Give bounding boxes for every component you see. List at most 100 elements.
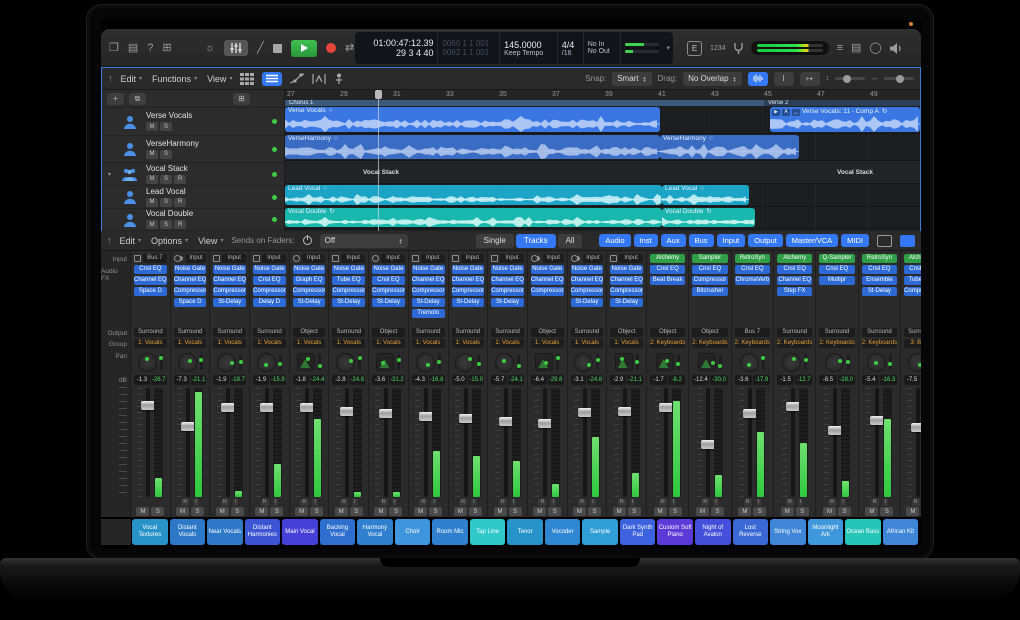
fader-db-value[interactable]: -1.5 [777,375,794,385]
disclosure-icon[interactable]: ▾ [108,171,114,178]
group-slot[interactable]: 1: Vocals [332,339,365,348]
track-name[interactable]: VerseHarmony [146,140,199,148]
group-slot[interactable]: 1: Vocals [213,339,246,348]
fader-db-value[interactable]: -1.9 [253,375,269,385]
solo-button[interactable]: S [350,507,363,516]
audio-region[interactable]: Lead Vocal○ [285,185,662,205]
output-slot[interactable]: Object [372,328,405,337]
input-monitor-button[interactable]: I [352,499,358,506]
object-panner[interactable] [297,353,315,371]
audio-fx-slot[interactable]: Cnsl EQ [372,276,405,285]
output-slot[interactable]: Object [650,328,685,337]
input-slot[interactable]: Input [543,254,564,263]
audio-fx-slot[interactable]: Tube EQ [904,276,921,285]
track-name-chip[interactable]: Distant Vocals [170,519,206,545]
audio-fx-slot[interactable]: Noise Gate [491,265,524,274]
audio-fx-slot[interactable]: Noise Gate [372,265,405,274]
input-monitor-button[interactable]: I [550,499,556,506]
audio-fx-slot[interactable]: Noise Gate [412,265,445,274]
record-enable-button[interactable]: R [221,499,229,506]
audio-fx-slot[interactable]: Noise Gate [174,265,207,274]
pan-mini-slider[interactable] [200,354,203,370]
solo-button[interactable]: S [669,507,682,516]
fader-db-value[interactable]: -12.4 [692,375,709,385]
object-panner[interactable] [656,353,674,371]
audio-fx-slot[interactable]: Compressor [332,287,365,296]
fader-db-value[interactable]: -3.6 [735,375,752,385]
output-slot[interactable]: Object [293,328,326,337]
group-slot[interactable]: 1: Vocals [174,339,207,348]
audio-fx-slot[interactable]: St-Delay [293,298,326,307]
solo-button[interactable]: S [429,507,442,516]
mute-button[interactable]: M [454,507,467,516]
audio-fx-slot[interactable]: Step FX [777,287,812,296]
mute-button[interactable]: M [255,507,268,516]
filter-inst[interactable]: Inst [634,234,658,247]
audio-fx-slot[interactable]: Compressor [491,287,524,296]
audio-fx-slot[interactable]: Noise Gate [293,265,326,274]
group-slot[interactable]: 1: Vocals [293,339,326,348]
mixer-icon[interactable] [224,40,248,56]
audio-fx-slot[interactable]: St-Delay [332,298,365,307]
group-slot[interactable]: 1: Vocals [134,339,167,348]
mute-button[interactable]: M [613,507,626,516]
mute-button[interactable]: M [494,507,507,516]
add-track-button[interactable]: + [107,93,124,105]
record-enable-button[interactable]: R [380,499,388,506]
audio-fx-slot[interactable]: Compressor [571,287,604,296]
track-name-chip[interactable]: Distant Harmonies [245,519,281,545]
record-enable-button[interactable]: R [300,499,308,506]
surround-panner[interactable] [867,353,886,372]
volume-fader[interactable] [226,388,230,497]
audio-fx-slot[interactable]: Tube EQ [332,276,365,285]
record-enable-button[interactable]: R [538,499,546,506]
volume-fader[interactable] [664,388,668,497]
input-slot[interactable]: Input [381,254,405,263]
output-slot[interactable]: Surround [412,328,445,337]
fader-db-value[interactable]: -7.5 [904,375,920,385]
stop-button[interactable] [273,44,282,53]
volume-fader[interactable] [504,388,508,497]
mute-button[interactable]: M [136,507,149,516]
track-name[interactable]: Vocal Stack [146,165,188,173]
audio-fx-slot[interactable]: Compressor [293,287,326,296]
fader-cap[interactable] [221,403,235,412]
input-monitor-button[interactable]: I [471,499,477,506]
fader-db-value[interactable]: -8.5 [819,375,836,385]
pan-mini-slider[interactable] [636,354,639,370]
audio-region[interactable]: Vocal Double↻ [285,208,662,227]
input-slot[interactable]: Input [262,254,286,263]
audio-fx-slot[interactable]: Noise Gate [531,265,564,274]
track-name-chip[interactable]: Vocoder [545,519,581,545]
mute-button[interactable]: M [781,507,794,516]
mute-button[interactable]: M [696,507,709,516]
surround-panner[interactable] [416,353,435,372]
volume-fader[interactable] [833,388,837,497]
audio-fx-slot[interactable]: Space D [174,298,207,307]
group-slot[interactable]: 3: Bass [904,339,921,348]
input-slot[interactable]: Input [222,254,246,263]
audio-fx-slot[interactable]: Channel EQ [213,276,246,285]
record-enable-button[interactable]: R [181,499,189,506]
mute-button[interactable]: M [906,507,919,516]
narrow-strips-icon[interactable] [877,235,892,247]
track-header[interactable]: VerseHarmony MS [102,136,284,163]
track-lane[interactable]: Verse Vocals○▶A︿Verse Vocals: 11 - Comp … [285,106,920,134]
segment-tracks[interactable]: Tracks [516,234,556,248]
mute-button[interactable]: M [216,507,229,516]
track-name[interactable]: Lead Vocal [146,188,186,196]
track-header[interactable]: Lead Vocal MSR [102,186,284,209]
input-monitor-button[interactable]: I [630,499,636,506]
segment-all[interactable]: All [558,234,583,248]
mute-button[interactable]: M [146,122,158,131]
audio-region[interactable]: Verse Vocals○ [285,107,660,132]
pan-mini-slider[interactable] [438,354,441,370]
record-button[interactable]: R [174,175,186,184]
input-monitor-button[interactable]: I [713,499,719,506]
track-name-chip[interactable]: Main Vocal [282,519,318,545]
filter-input[interactable]: Input [717,234,746,247]
inspector-icon[interactable]: ⊞ [162,43,171,54]
fader-cap[interactable] [340,407,354,416]
flex-icon[interactable] [312,74,326,84]
mute-button[interactable]: M [654,507,667,516]
